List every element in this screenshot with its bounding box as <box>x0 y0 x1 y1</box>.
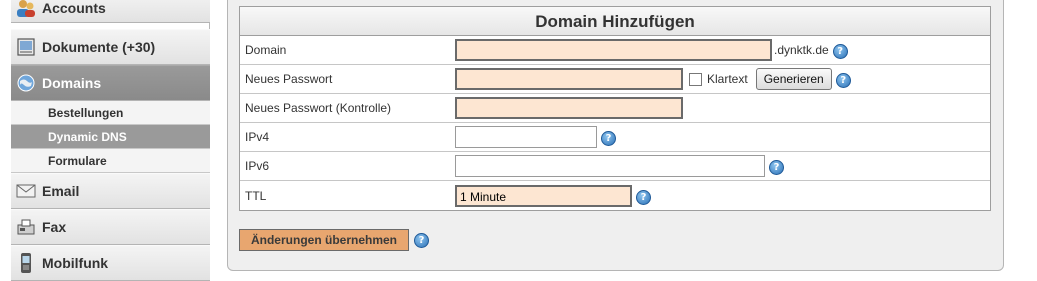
help-icon[interactable]: ? <box>832 44 848 59</box>
nav-item-dokumente[interactable]: Dokumente (+30) <box>11 29 210 65</box>
sub-item-formulare[interactable]: Formulare <box>11 149 210 173</box>
klartext-checkbox[interactable] <box>689 72 702 86</box>
form-row-ipv6: IPv6 ? <box>240 152 990 181</box>
form-row-ipv4: IPv4 ? <box>240 123 990 152</box>
nav-label: Mobilfunk <box>42 255 109 271</box>
globe-icon <box>15 72 37 94</box>
nav-label: Email <box>42 183 80 199</box>
envelope-icon <box>15 180 37 202</box>
field-label: IPv6 <box>245 159 270 173</box>
help-icon[interactable]: ? <box>414 233 429 248</box>
sub-item-label: Dynamic DNS <box>48 129 127 144</box>
domain-suffix: .dynktk.de <box>774 43 829 57</box>
mobile-phone-icon <box>15 252 37 274</box>
sub-item-bestellungen[interactable]: Bestellungen <box>11 101 210 125</box>
domain-input[interactable] <box>455 39 772 61</box>
nav-label: Domains <box>42 75 102 91</box>
help-icon[interactable]: ? <box>835 73 851 88</box>
field-label: Neues Passwort <box>245 72 333 86</box>
form-title: Domain Hinzufügen <box>240 7 990 36</box>
generate-password-button[interactable]: Generieren <box>755 68 832 90</box>
domain-form: Domain Hinzufügen Domain .dynktk.de ? Ne… <box>239 6 991 211</box>
password-confirm-input[interactable] <box>455 97 683 119</box>
nav-label: Fax <box>42 219 67 235</box>
users-icon <box>15 0 37 19</box>
fax-icon <box>15 216 37 238</box>
field-label: IPv4 <box>245 130 270 144</box>
help-icon[interactable]: ? <box>636 189 651 205</box>
form-row-ttl: TTL 1 Minute ? <box>240 181 990 210</box>
form-row-domain: Domain .dynktk.de ? <box>240 36 990 65</box>
document-icon <box>15 36 37 58</box>
klartext-label: Klartext <box>707 72 748 86</box>
field-label: TTL <box>245 188 267 203</box>
nav-label: Dokumente (+30) <box>42 39 156 55</box>
nav-item-email[interactable]: Email <box>11 173 210 209</box>
submit-button[interactable]: Änderungen übernehmen <box>239 229 409 251</box>
help-icon[interactable]: ? <box>769 160 784 175</box>
ipv6-input[interactable] <box>455 155 765 177</box>
ipv4-input[interactable] <box>455 126 597 148</box>
field-label: Neues Passwort (Kontrolle) <box>245 101 392 115</box>
nav-item-fax[interactable]: Fax <box>11 209 210 245</box>
sub-item-dynamic-dns[interactable]: Dynamic DNS <box>11 125 210 149</box>
nav-item-mobilfunk[interactable]: Mobilfunk <box>11 245 210 281</box>
password-input[interactable] <box>455 68 683 90</box>
ttl-select[interactable]: 1 Minute <box>455 184 632 207</box>
nav-item-accounts[interactable]: Accounts <box>11 0 210 23</box>
nav-item-domains[interactable]: Domains <box>11 65 210 101</box>
sub-item-label: Formulare <box>48 153 107 168</box>
sub-item-label: Bestellungen <box>48 105 124 120</box>
form-row-password: Neues Passwort Klartext Generieren ? <box>240 65 990 94</box>
nav-label: Accounts <box>42 0 106 16</box>
form-row-password-confirm: Neues Passwort (Kontrolle) <box>240 94 990 123</box>
field-label: Domain <box>245 43 287 57</box>
help-icon[interactable]: ? <box>601 131 616 146</box>
sidebar: Accounts Dokumente (+30) Domains Bestell… <box>11 0 210 281</box>
